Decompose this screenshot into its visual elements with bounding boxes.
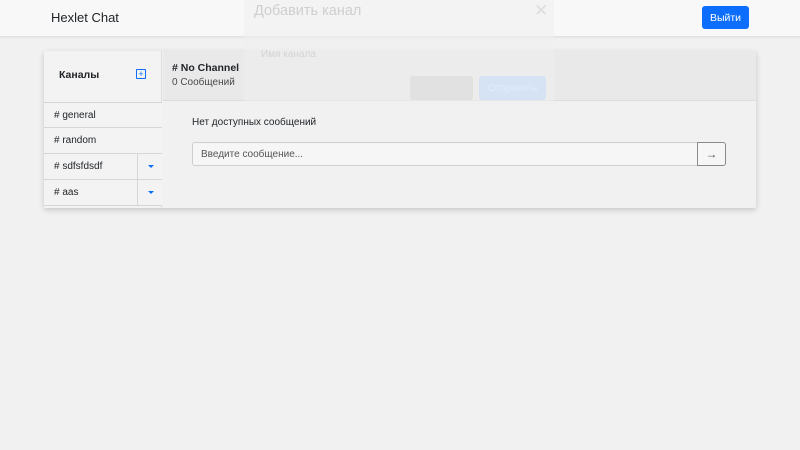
plus-square-icon: + [138,69,144,79]
logout-button[interactable]: Выйти [702,6,749,29]
channels-header: Каналы + [44,51,162,101]
arrow-right-icon: → [705,147,718,161]
caret-down-icon [148,165,154,168]
channel-item-random[interactable]: # random [44,128,162,154]
channel-item-aas[interactable]: # aas [44,180,162,206]
submit-button[interactable]: Отправить [479,76,546,100]
channel-name: # random [54,135,97,146]
empty-messages-text: Нет доступных сообщений [192,117,317,128]
channel-item-sdfsfdsdf[interactable]: # sdfsfdsdf [44,154,162,180]
channel-dropdown-toggle[interactable] [137,180,162,205]
cancel-button[interactable]: Отменить [410,76,473,100]
add-channel-modal: Добавить канал ✕ Имя канала Отменить Отп… [244,0,554,104]
channel-dropdown-toggle[interactable] [137,154,162,179]
channels-title: Каналы [59,69,100,81]
caret-down-icon [148,191,154,194]
current-channel-title: # No Channel [172,62,240,74]
modal-title: Добавить канал [254,3,362,19]
channel-name-label: Имя канала [261,49,316,60]
message-count: 0 Сообщений [172,77,235,88]
close-icon[interactable]: ✕ [534,1,548,21]
channel-name: # general [54,110,96,121]
channel-name: # aas [54,187,79,198]
channel-name: # sdfsfdsdf [54,161,103,172]
send-button[interactable]: → [697,142,726,166]
channel-list: # general # random # sdfsfdsdf # aas [44,102,162,206]
brand-link[interactable]: Hexlet Chat [51,10,119,25]
message-input[interactable] [192,142,698,166]
channel-item-general[interactable]: # general [44,102,162,128]
add-channel-button[interactable]: + [136,69,146,79]
channels-sidebar: Каналы + # general # random # sdfsfdsdf … [44,51,162,208]
